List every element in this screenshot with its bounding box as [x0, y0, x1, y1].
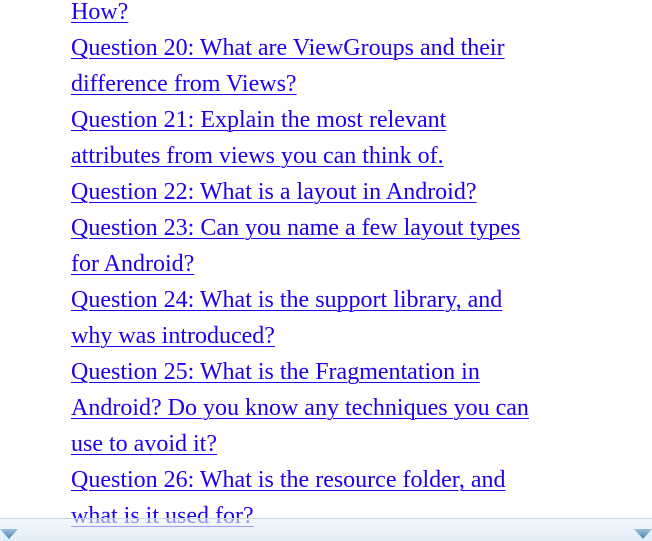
toc-item[interactable]: Question 23: Can you name a few layout t…: [71, 210, 581, 282]
toc-link-line[interactable]: How?: [71, 0, 128, 25]
previous-page-icon[interactable]: [0, 527, 18, 539]
toc-item[interactable]: Question 21: Explain the most relevant at…: [71, 102, 581, 174]
toc-link-line[interactable]: why was introduced?: [71, 323, 275, 349]
toc-item[interactable]: Question 22: What is a layout in Android…: [71, 174, 581, 210]
next-page-icon[interactable]: [634, 527, 652, 539]
toc-item[interactable]: Question 24: What is the support library…: [71, 282, 581, 354]
toc-link-line[interactable]: use to avoid it?: [71, 431, 217, 457]
table-of-contents: How? Question 20: What are ViewGroups and…: [71, 0, 581, 534]
toc-link-line[interactable]: Question 23: Can you name a few layout t…: [71, 215, 520, 241]
toc-link-line[interactable]: Question 24: What is the support library…: [71, 287, 502, 313]
toc-link-line[interactable]: Question 21: Explain the most relevant: [71, 107, 446, 133]
toc-link-line[interactable]: Question 20: What are ViewGroups and the…: [71, 35, 505, 61]
toc-link-line[interactable]: Android? Do you know any techniques you …: [71, 395, 529, 421]
reader-page: How? Question 20: What are ViewGroups and…: [0, 0, 652, 541]
toc-link-line[interactable]: for Android?: [71, 251, 194, 277]
triangle-down-icon: [634, 529, 652, 539]
toc-item[interactable]: How?: [71, 0, 581, 30]
toc-link-line[interactable]: Question 26: What is the resource folder…: [71, 467, 505, 493]
toc-link-line[interactable]: difference from Views?: [71, 71, 297, 97]
toc-item[interactable]: Question 25: What is the Fragmentation i…: [71, 354, 581, 462]
toc-link-line[interactable]: attributes from views you can think of.: [71, 143, 444, 169]
toc-link-line[interactable]: Question 25: What is the Fragmentation i…: [71, 359, 480, 385]
toc-link-line[interactable]: Question 22: What is a layout in Android…: [71, 179, 477, 205]
triangle-down-icon: [0, 529, 18, 539]
reader-bottom-bar: [0, 518, 652, 541]
toc-item[interactable]: Question 20: What are ViewGroups and the…: [71, 30, 581, 102]
